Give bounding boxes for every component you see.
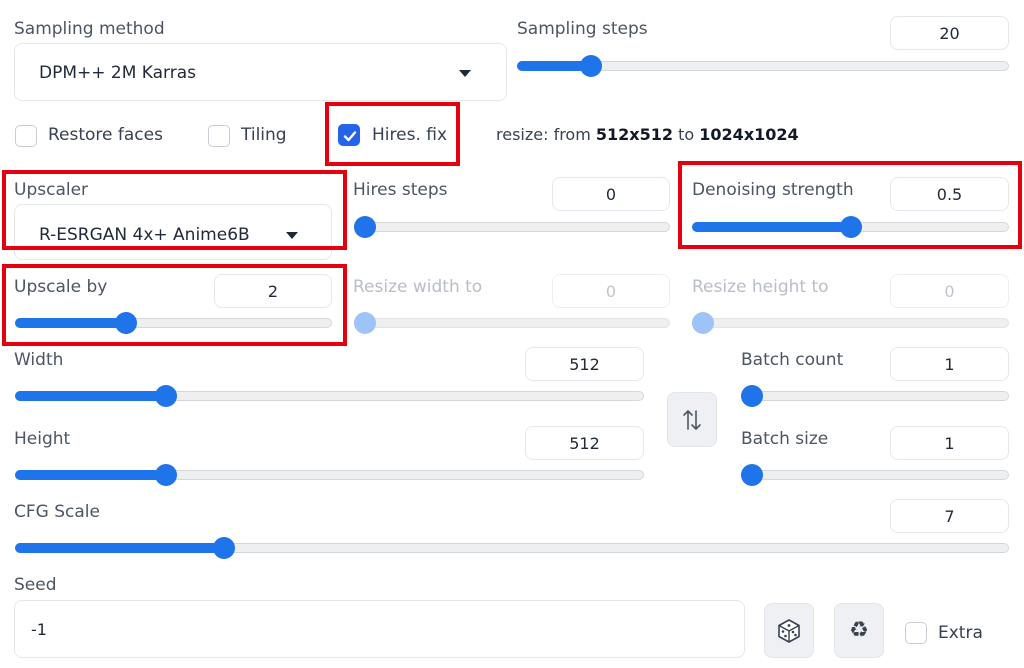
batch-size-label: Batch size (741, 429, 829, 449)
restore-faces-label: Restore faces (48, 125, 163, 145)
resize-width-label: Resize width to (353, 277, 483, 297)
slider-track (741, 391, 1009, 401)
slider-track (354, 222, 670, 232)
width-slider[interactable] (15, 385, 644, 407)
recycle-icon: ♻ (849, 618, 869, 643)
extra-checkbox[interactable] (905, 622, 927, 644)
chevron-down-icon (459, 70, 471, 77)
slider-thumb[interactable] (154, 464, 177, 486)
batch-size-slider[interactable] (741, 464, 1009, 486)
upscale-by-highlight (2, 264, 347, 346)
slider-thumb[interactable] (741, 464, 763, 486)
sampling-steps-slider[interactable] (517, 55, 1009, 77)
width-input[interactable]: 512 (525, 347, 644, 381)
batch-count-label: Batch count (741, 350, 844, 370)
sampling-method-dropdown[interactable]: DPM++ 2M Karras (14, 43, 507, 101)
dice-icon (778, 618, 800, 643)
resize-info-to: 1024x1024 (699, 125, 799, 144)
hires-steps-label: Hires steps (353, 180, 448, 200)
seed-value: -1 (31, 620, 47, 639)
resize-width-input[interactable]: 0 (552, 274, 670, 308)
cfg-scale-input[interactable]: 7 (890, 499, 1009, 533)
sampling-steps-input[interactable]: 20 (890, 16, 1009, 50)
slider-thumb[interactable] (354, 312, 376, 334)
slider-thumb[interactable] (154, 385, 177, 407)
slider-fill (15, 470, 166, 480)
slider-track (741, 470, 1009, 480)
slider-track (354, 318, 670, 328)
batch-count-input[interactable]: 1 (890, 347, 1009, 381)
slider-fill (15, 391, 166, 401)
seed-label: Seed (14, 575, 57, 595)
hires-fix-highlight (325, 102, 460, 166)
width-label: Width (14, 350, 64, 370)
slider-thumb[interactable] (354, 216, 376, 238)
slider-thumb[interactable] (579, 55, 602, 77)
cfg-scale-slider[interactable] (15, 537, 1009, 559)
resize-height-input[interactable]: 0 (890, 274, 1009, 308)
slider-track (692, 318, 1009, 328)
upscaler-highlight (2, 170, 347, 250)
sampling-method-label: Sampling method (14, 19, 165, 39)
hires-steps-slider[interactable] (354, 216, 670, 238)
batch-size-input[interactable]: 1 (890, 426, 1009, 460)
cfg-scale-label: CFG Scale (14, 502, 100, 522)
extra-label: Extra (938, 623, 983, 643)
resize-info-prefix: resize: from (496, 125, 591, 144)
resize-height-label: Resize height to (692, 277, 829, 297)
batch-count-slider[interactable] (741, 385, 1009, 407)
seed-input[interactable]: -1 (14, 600, 745, 658)
resize-info-text: resize: from 512x512 to 1024x1024 (496, 125, 799, 144)
resize-width-slider[interactable] (354, 312, 670, 334)
resize-info-from: 512x512 (595, 125, 674, 144)
swap-vertical-icon (683, 409, 701, 430)
slider-thumb[interactable] (692, 312, 714, 334)
slider-thumb[interactable] (741, 385, 763, 407)
restore-faces-checkbox[interactable] (15, 125, 37, 147)
height-label: Height (14, 429, 71, 449)
reuse-seed-button[interactable]: ♻ (834, 603, 884, 658)
tiling-label: Tiling (241, 125, 287, 145)
resize-height-slider[interactable] (692, 312, 1009, 334)
resize-info-middle: to (678, 125, 695, 144)
height-slider[interactable] (15, 464, 644, 486)
random-seed-button[interactable] (764, 603, 814, 658)
swap-dimensions-button[interactable] (667, 392, 717, 447)
slider-fill (15, 543, 224, 553)
sampling-steps-label: Sampling steps (517, 19, 648, 39)
denoising-strength-highlight (678, 161, 1022, 249)
slider-thumb[interactable] (212, 537, 235, 559)
hires-steps-input[interactable]: 0 (552, 177, 670, 211)
height-input[interactable]: 512 (525, 426, 644, 460)
sampling-method-value: DPM++ 2M Karras (39, 63, 197, 83)
tiling-checkbox[interactable] (208, 125, 230, 147)
